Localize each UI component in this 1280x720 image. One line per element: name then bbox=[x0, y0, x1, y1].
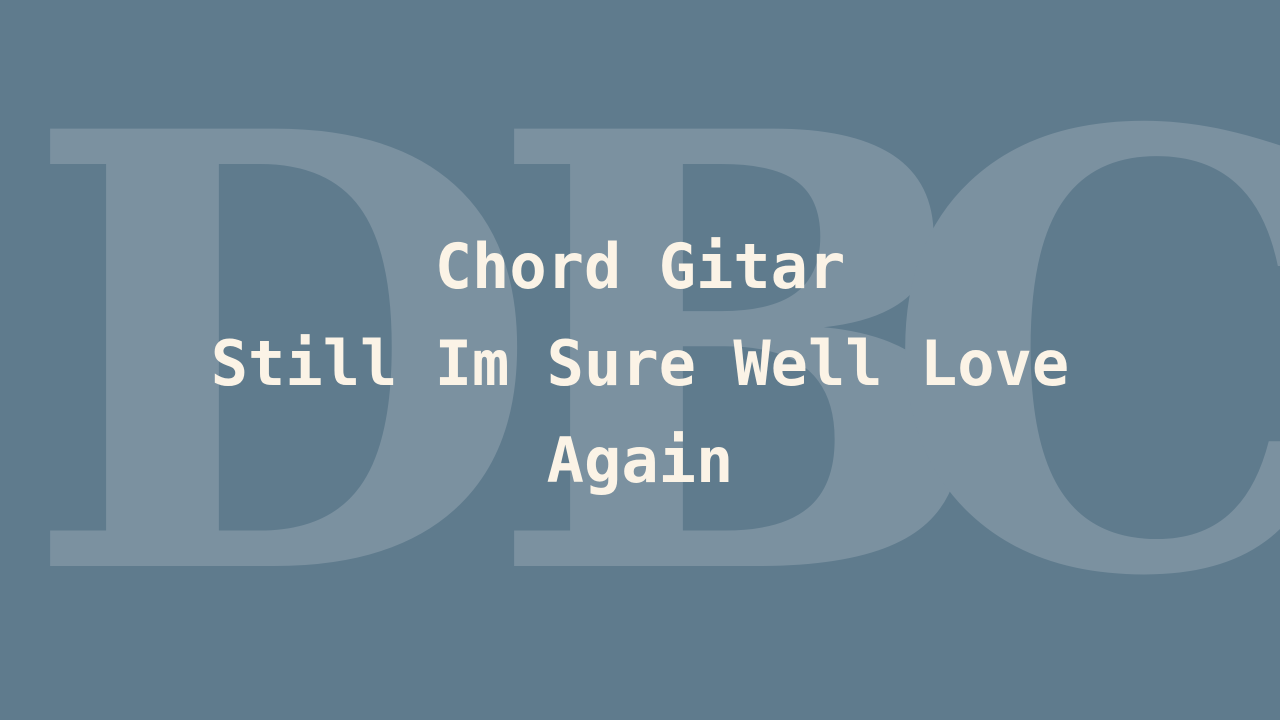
title-line-2: Still Im Sure Well Love bbox=[210, 327, 1070, 400]
title-line-3: Again bbox=[546, 424, 734, 497]
page-title: Chord Gitar Still Im Sure Well Love Agai… bbox=[0, 218, 1280, 509]
title-line-1: Chord Gitar bbox=[434, 230, 846, 303]
